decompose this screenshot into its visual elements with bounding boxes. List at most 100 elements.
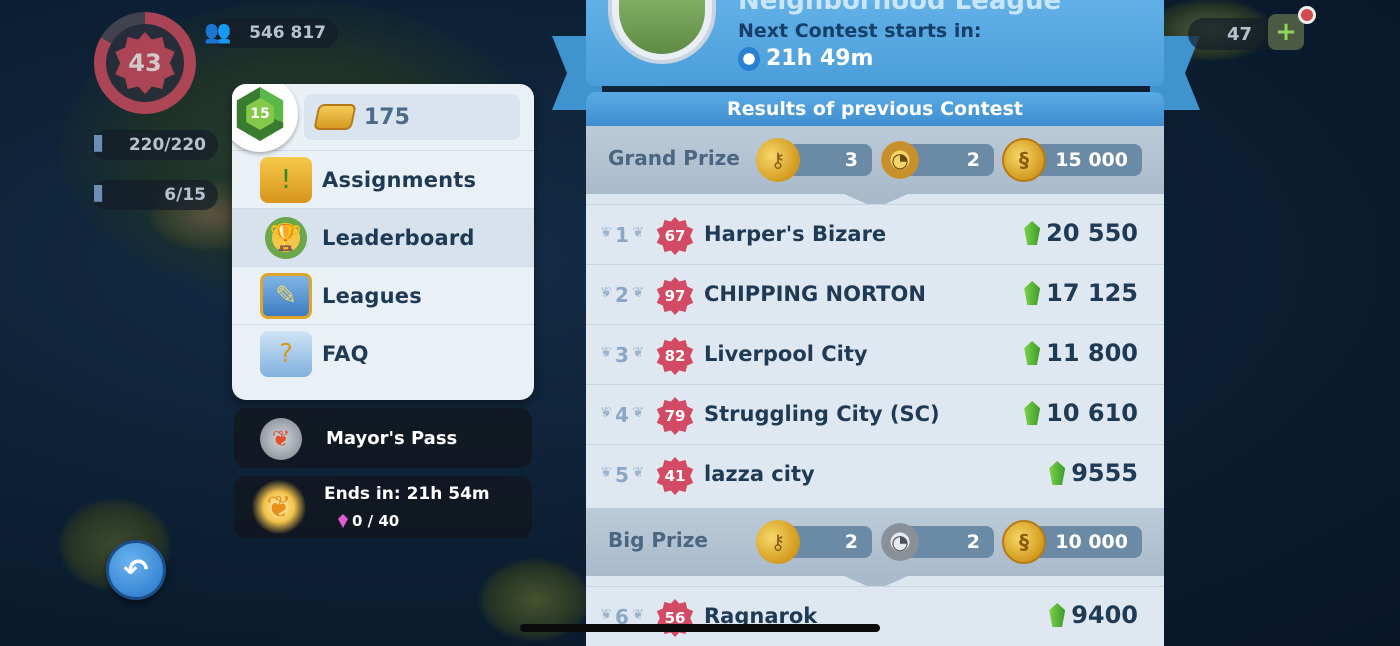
leaderboard-list[interactable]: Grand Prize ⚷ 3 ◔ 2 § 15 000 1 67 Harper… xyxy=(586,126,1164,646)
assignments-icon: ! xyxy=(260,156,312,203)
golden-key-icon: ⚷ xyxy=(756,520,800,564)
storage-counter[interactable]: ▮ 220/220 xyxy=(92,130,218,160)
leaderboard-row[interactable]: 5 41 lazza city 9555 xyxy=(586,444,1164,504)
simcash-icon xyxy=(1024,281,1041,305)
city-level-star: 67 xyxy=(656,217,694,255)
city-level-star: 82 xyxy=(656,337,694,375)
buildings-counter[interactable]: ▮ 6/15 xyxy=(92,180,218,210)
stopwatch-icon xyxy=(738,46,760,71)
big-prize-label: Big Prize xyxy=(608,528,708,552)
right-counter[interactable]: 47 xyxy=(1188,18,1278,50)
prize-speedups-value: 2 xyxy=(966,531,980,553)
plus-icon: + xyxy=(1275,17,1297,47)
rank-badge: 2 xyxy=(602,281,644,309)
leaderboard-row[interactable]: 3 82 Liverpool City 11 800 xyxy=(586,324,1164,384)
menu-item-label: Leagues xyxy=(322,283,422,308)
contest-level-value: 15 xyxy=(246,98,274,130)
city-level-star: 97 xyxy=(656,277,694,315)
contest-panel: Neighborhood League Next Contest starts … xyxy=(586,0,1164,646)
prize-simoleons: § 15 000 xyxy=(1002,138,1142,182)
city-name: Harper's Bizare xyxy=(704,222,887,246)
big-prize-bar: Big Prize ⚷ 2 ◔ 2 § 10 000 xyxy=(586,508,1164,590)
prize-simoleons: § 10 000 xyxy=(1002,520,1142,564)
score: 9555 xyxy=(1049,459,1138,487)
menu-item-assignments[interactable]: ! Assignments xyxy=(232,150,534,208)
grand-prize-label: Grand Prize xyxy=(608,146,740,170)
prize-speedups-value: 2 xyxy=(966,149,980,171)
menu-item-label: Assignments xyxy=(322,167,477,192)
leaderboard-row[interactable]: 4 79 Struggling City (SC) 10 610 xyxy=(586,384,1164,444)
score-value: 9400 xyxy=(1071,601,1138,629)
score: 11 800 xyxy=(1024,339,1138,367)
city-name: Struggling City (SC) xyxy=(704,402,940,426)
rank-badge: 3 xyxy=(602,341,644,369)
golden-leaf-icon: ❦ xyxy=(252,480,306,534)
trophy-icon: 🏆 xyxy=(260,214,312,261)
gem-icon xyxy=(338,514,348,528)
mayors-pass-title: Mayor's Pass xyxy=(326,428,458,449)
mayors-pass-icon: ❦ xyxy=(260,418,302,460)
buildings-value: 6/15 xyxy=(164,185,206,205)
score-value: 9555 xyxy=(1071,459,1138,487)
score-value: 20 550 xyxy=(1046,219,1138,247)
city-level-star: 79 xyxy=(656,397,694,435)
score-value: 10 610 xyxy=(1046,399,1138,427)
prize-keys: ⚷ 3 xyxy=(756,138,872,182)
prize-simoleons-value: 10 000 xyxy=(1055,531,1128,553)
contest-timer: 21h 49m xyxy=(738,46,873,71)
menu-item-faq[interactable]: ? FAQ xyxy=(232,324,534,382)
menu-item-label: FAQ xyxy=(322,341,369,366)
pass-progress-value: 0 / 40 xyxy=(352,512,400,530)
score-value: 11 800 xyxy=(1046,339,1138,367)
simcash-icon xyxy=(1024,401,1041,425)
prize-keys: ⚷ 2 xyxy=(756,520,872,564)
mayors-pass-progress[interactable]: ❦ Ends in: 21h 54m 0 / 40 xyxy=(234,476,532,538)
storage-value: 220/220 xyxy=(128,135,206,155)
score: 9400 xyxy=(1049,601,1138,629)
population-counter[interactable]: 👥 546 817 xyxy=(204,18,338,48)
rank-badge: 4 xyxy=(602,401,644,429)
contest-header: Neighborhood League Next Contest starts … xyxy=(586,0,1164,86)
next-contest-label: Next Contest starts in: xyxy=(738,20,982,42)
population-value: 546 817 xyxy=(249,23,326,43)
leaderboard-row[interactable]: 1 67 Harper's Bizare 20 550 xyxy=(586,204,1164,264)
prize-speedups: ◔ 2 xyxy=(878,520,994,564)
score-value: 17 125 xyxy=(1046,279,1138,307)
mayors-pass-button[interactable]: ❦ Mayor's Pass xyxy=(234,408,532,468)
leaderboard-row[interactable]: 2 97 CHIPPING NORTON 17 125 xyxy=(586,264,1164,324)
league-shield-icon: ✎ xyxy=(260,272,312,319)
rank-badge: 5 xyxy=(602,461,644,489)
simcash-icon xyxy=(1024,341,1041,365)
storage-icon: ▮ xyxy=(92,130,105,155)
home-indicator[interactable] xyxy=(520,624,880,632)
pass-progress-row: 0 / 40 xyxy=(338,512,399,530)
leaderboard-row[interactable]: 6 56 Ragnarok 9400 xyxy=(586,586,1164,646)
league-emblem xyxy=(608,0,716,64)
contest-level-badge: 15 xyxy=(232,84,298,152)
results-title: Results of previous Contest xyxy=(586,92,1164,126)
golden-token-counter: 175 xyxy=(304,94,520,140)
score: 10 610 xyxy=(1024,399,1138,427)
rank-badge: 1 xyxy=(602,221,644,249)
contest-menu-panel: 15 175 ! Assignments 🏆 Leaderboard ✎ Lea… xyxy=(232,84,534,400)
city-level-star: 41 xyxy=(656,457,694,495)
city-name: Liverpool City xyxy=(704,342,868,366)
prize-simoleons-value: 15 000 xyxy=(1055,149,1128,171)
back-button[interactable]: ↶ xyxy=(106,540,166,600)
gold-stopwatch-icon: ◔ xyxy=(878,138,922,182)
prize-keys-value: 3 xyxy=(844,149,858,171)
simoleon-coin-icon: § xyxy=(1002,138,1046,182)
prize-keys-value: 2 xyxy=(844,531,858,553)
silver-stopwatch-icon: ◔ xyxy=(878,520,922,564)
menu-item-label: Leaderboard xyxy=(322,225,475,250)
population-icon: 👥 xyxy=(204,20,232,45)
score: 17 125 xyxy=(1024,279,1138,307)
player-level-ring[interactable]: 43 xyxy=(94,12,196,114)
player-level-badge: 43 xyxy=(115,32,175,94)
menu-item-leaderboard[interactable]: 🏆 Leaderboard xyxy=(232,208,534,266)
golden-key-icon: ⚷ xyxy=(756,138,800,182)
simoleon-coin-icon: § xyxy=(1002,520,1046,564)
contest-timer-value: 21h 49m xyxy=(766,46,874,71)
menu-item-leagues[interactable]: ✎ Leagues xyxy=(232,266,534,324)
pass-ends-label: Ends in: 21h 54m xyxy=(324,484,490,504)
